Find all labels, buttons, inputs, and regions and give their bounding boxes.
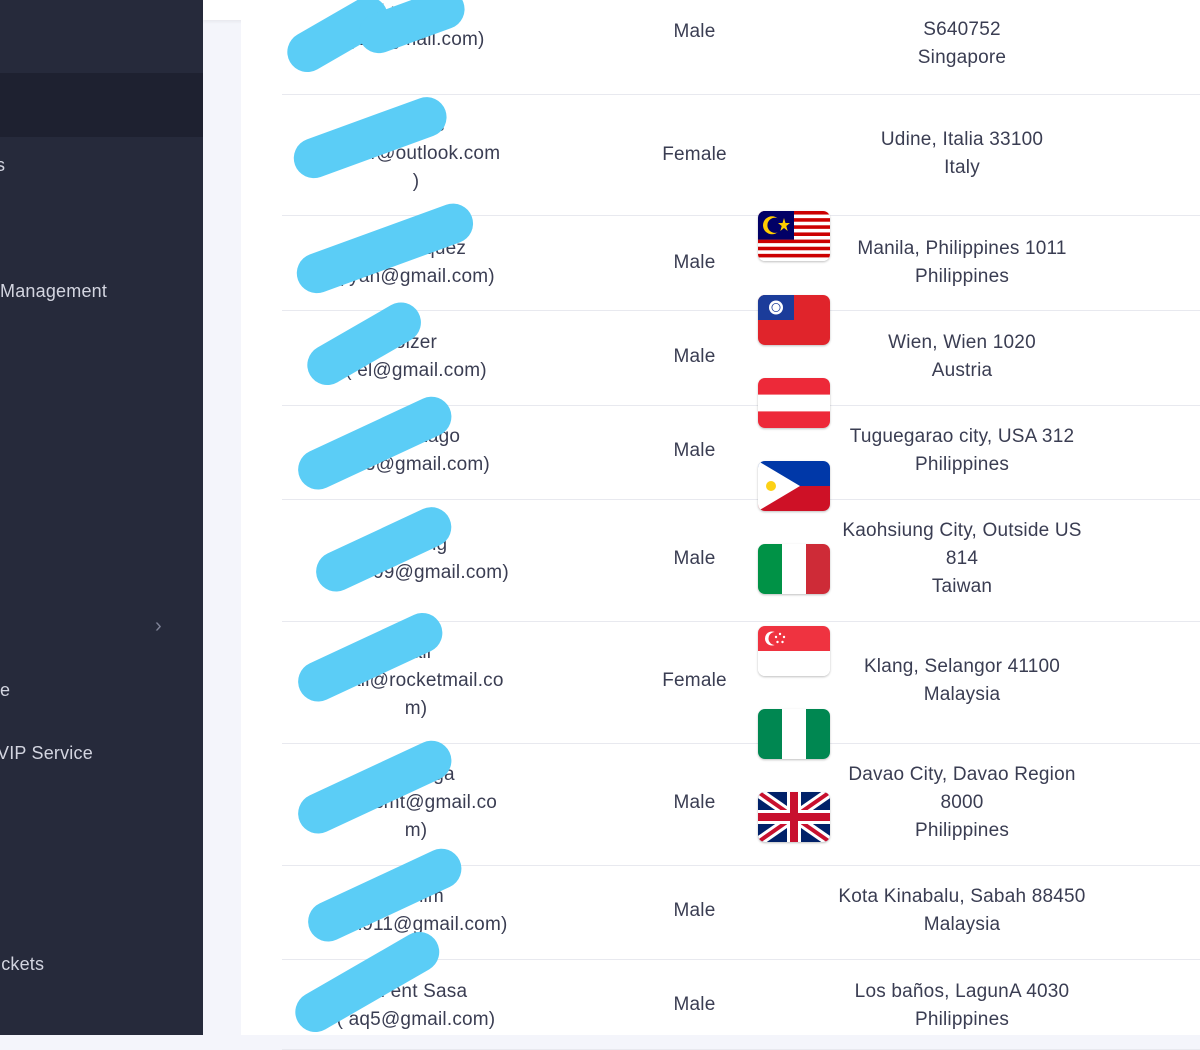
address-cell: Davao City, Davao Region 8000 Philippines: [822, 761, 1102, 845]
address-line: Taiwan: [931, 576, 993, 597]
address-line: S640752: [923, 19, 1001, 40]
address-cell: Kota Kinabalu, Sabah 88450 Malaysia: [822, 883, 1102, 939]
address-line: Philippines: [914, 820, 1010, 841]
address-cell: S640752 Singapore: [822, 16, 1102, 72]
address-line: Malaysia: [923, 914, 1001, 935]
address-line: Wien, Wien 1020: [888, 332, 1036, 353]
uk-flag-icon: [758, 792, 830, 842]
gender-cell: Male: [673, 792, 716, 813]
gender-cell: Male: [673, 21, 716, 42]
address-line: Kota Kinabalu, Sabah 88450: [838, 886, 1086, 907]
sidebar-item-3[interactable]: e: [0, 680, 10, 701]
sidebar-item-vip-service[interactable]: VIP Service: [0, 743, 93, 764]
gender-cell: Male: [673, 994, 716, 1015]
address-line: Los baños, LagunA 4030: [854, 981, 1070, 1002]
address-line: Klang, Selangor 41100: [863, 656, 1061, 677]
address-line: Udine, Italia 33100: [880, 129, 1044, 150]
address-line: Austria: [931, 360, 993, 381]
address-line: Tuguegarao city, USA 312: [849, 426, 1075, 447]
gender-cell: Male: [673, 548, 716, 569]
address-cell: Udine, Italia 33100 Italy: [822, 126, 1102, 182]
address-line: Philippines: [914, 454, 1010, 475]
address-line: 814: [945, 548, 979, 569]
austria-flag-icon: [758, 378, 830, 428]
address-line: Manila, Philippines 1011: [857, 238, 1067, 259]
gender-cell: Male: [673, 900, 716, 921]
chevron-right-icon[interactable]: ›: [155, 615, 162, 638]
singapore-flag-icon: [758, 626, 830, 676]
address-line: Davao City, Davao Region: [848, 764, 1076, 785]
address-cell: Tuguegarao city, USA 312 Philippines: [822, 423, 1102, 479]
gender-cell: Male: [673, 252, 716, 273]
gender-cell: Male: [673, 440, 716, 461]
sidebar-item-management[interactable]: Management: [0, 281, 107, 302]
gender-cell: Male: [673, 346, 716, 367]
italy-flag-icon: [758, 544, 830, 594]
address-line: Kaohsiung City, Outside US: [842, 520, 1082, 541]
sidebar-active-item[interactable]: [0, 73, 203, 137]
sidebar-item-1[interactable]: s: [0, 155, 5, 176]
address-cell: Klang, Selangor 41100 Malaysia: [822, 653, 1102, 709]
address-cell: Wien, Wien 1020 Austria: [822, 329, 1102, 385]
address-line: Italy: [944, 157, 980, 178]
address-line: Malaysia: [923, 684, 1001, 705]
gender-cell: Female: [662, 670, 727, 691]
sidebar: s Management › e VIP Service ickets: [0, 0, 203, 1035]
address-line: Singapore: [917, 47, 1007, 68]
sidebar-item-tickets[interactable]: ickets: [0, 954, 44, 975]
address-line: Philippines: [914, 1009, 1010, 1030]
nigeria-flag-icon: [758, 709, 830, 759]
address-cell: Los baños, LagunA 4030 Philippines: [822, 978, 1102, 1034]
address-cell: Manila, Philippines 1011 Philippines: [822, 235, 1102, 291]
address-line: 8000: [940, 792, 984, 813]
malaysia-flag-icon: [758, 211, 830, 261]
taiwan-flag-icon: [758, 295, 830, 345]
philippines-flag-icon: [758, 461, 830, 511]
address-cell: Kaohsiung City, Outside US 814 Taiwan: [822, 517, 1102, 601]
gender-cell: Female: [662, 144, 727, 165]
address-line: Philippines: [914, 266, 1010, 287]
